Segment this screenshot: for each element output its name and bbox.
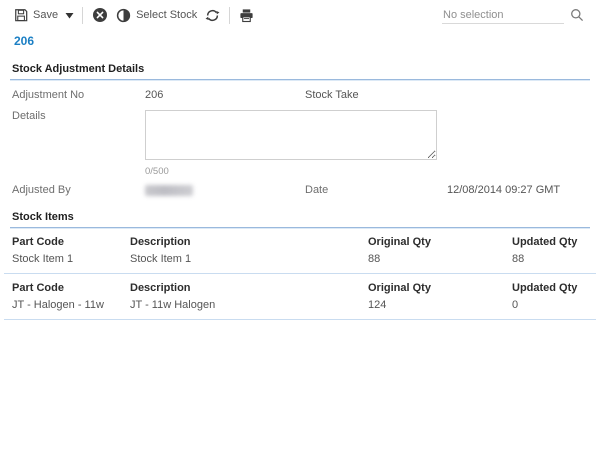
details-row: Details 0/500 (0, 110, 600, 177)
col-header-description: Description (130, 228, 368, 251)
cell-description[interactable]: JT - 11w Halogen (130, 297, 368, 319)
adjusted-by-value-redacted (145, 184, 305, 196)
adjustment-type-value: Stock Take (305, 89, 447, 101)
cell-original-qty[interactable]: 124 (368, 297, 512, 319)
select-stock-button[interactable]: Select Stock (112, 6, 201, 25)
cell-part-code[interactable]: Stock Item 1 (12, 251, 130, 273)
section-title-stock-items: Stock Items (10, 211, 590, 228)
table-group-divider (4, 319, 596, 320)
date-label: Date (305, 184, 447, 196)
stock-adjustment-screen: Save Select Stock (0, 0, 600, 320)
cell-original-qty[interactable]: 88 (368, 251, 512, 273)
adjustment-no-label: Adjustment No (12, 89, 145, 101)
adjusted-by-label: Adjusted By (12, 184, 145, 196)
details-textarea[interactable] (145, 110, 437, 160)
date-value: 12/08/2014 09:27 GMT (447, 184, 600, 196)
toolbar-divider (82, 7, 83, 24)
cell-description[interactable]: Stock Item 1 (130, 251, 368, 273)
save-icon (14, 8, 28, 22)
section-title-stock-adjustment-details: Stock Adjustment Details (10, 63, 590, 80)
col-header-part-code: Part Code (12, 274, 130, 297)
col-header-updated-qty: Updated Qty (512, 228, 600, 251)
cancel-icon (92, 7, 108, 23)
redacted-name-blur (145, 185, 193, 196)
save-button[interactable]: Save (10, 6, 62, 24)
select-stock-icon (116, 8, 131, 23)
cancel-button[interactable] (88, 5, 112, 25)
col-header-updated-qty: Updated Qty (512, 274, 600, 297)
cell-part-code[interactable]: JT - Halogen - 11w (12, 297, 130, 319)
cell-updated-qty[interactable]: 0 (512, 297, 600, 319)
cell-updated-qty[interactable]: 88 (512, 251, 600, 273)
adjustment-no-row: Adjustment No 206 Stock Take (0, 89, 600, 101)
col-header-part-code: Part Code (12, 228, 130, 251)
record-search (442, 7, 584, 24)
char-counter: 0/500 (145, 166, 600, 177)
search-icon[interactable] (570, 8, 584, 22)
stock-item-group: Part Code Description Original Qty Updat… (0, 228, 600, 273)
details-field-wrap: 0/500 (145, 110, 600, 177)
adjustment-no-value: 206 (145, 89, 305, 101)
save-label: Save (33, 9, 58, 21)
details-label: Details (12, 110, 145, 122)
save-dropdown-button[interactable] (62, 10, 77, 21)
toolbar-divider (229, 7, 230, 24)
adjusted-by-row: Adjusted By Date 12/08/2014 09:27 GMT (0, 184, 600, 196)
refresh-icon (205, 8, 220, 23)
details-form: Adjustment No 206 Stock Take Details 0/5… (0, 89, 600, 196)
col-header-description: Description (130, 274, 368, 297)
select-stock-label: Select Stock (136, 9, 197, 21)
refresh-button[interactable] (201, 6, 224, 25)
record-id: 206 (14, 34, 600, 48)
col-header-original-qty: Original Qty (368, 274, 512, 297)
toolbar: Save Select Stock (0, 0, 600, 27)
print-icon (239, 8, 254, 23)
col-header-original-qty: Original Qty (368, 228, 512, 251)
stock-items-table: Part Code Description Original Qty Updat… (0, 228, 600, 320)
dropdown-caret-icon (65, 12, 74, 19)
stock-item-group: Part Code Description Original Qty Updat… (0, 274, 600, 319)
search-input[interactable] (442, 7, 564, 24)
print-button[interactable] (235, 6, 258, 25)
